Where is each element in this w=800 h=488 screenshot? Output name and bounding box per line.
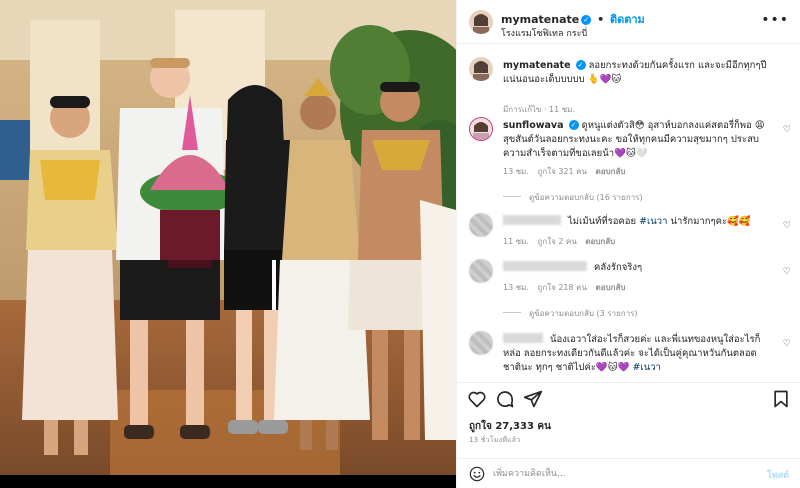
comment-like-heart-icon[interactable]: ♡ [783,125,791,135]
post-location[interactable]: โรงแรมโซฟิเทล กระบี่ [501,26,587,40]
caption-avatar[interactable] [469,57,493,81]
heart-icon[interactable] [467,389,487,409]
caption-text-block: mymatenate ✓ ลอยกระทงด้วยกันครั้งแรก และจ… [503,59,773,87]
follow-button[interactable]: ติดตาม [610,13,645,26]
commenter-username-blurred[interactable] [503,333,543,343]
commenter-avatar-blurred[interactable] [469,259,493,283]
commenter-username-blurred[interactable] [503,261,587,271]
comment-time: 13 ชม. [503,167,529,176]
commenter-username[interactable]: sunflowava [503,120,564,131]
comment-text-block: น้องเอวาใส่อะไรก็สวยค่ะ และพี่เนทของหนูใ… [503,333,773,375]
comment-text-tail: น่ารักมากๆคะ🥰🥰 [670,216,751,227]
comment-likes[interactable]: ถูกใจ 321 คน [538,167,587,176]
commenter-username-blurred[interactable] [503,215,561,225]
add-comment-bar: โพสต์ [457,458,800,488]
comment-likes[interactable]: ถูกใจ 2 คน [538,237,577,246]
comment-text-block: คลังรักจริงๆ [503,261,773,275]
view-replies-button[interactable]: ดูข้อความตอบกลับ (3 รายการ) [503,307,638,320]
post-photo-pane [0,0,456,488]
replies-line [503,312,521,313]
reply-button[interactable]: ตอบกลับ [585,237,615,246]
comment-time: 13 ชม. [503,283,529,292]
share-icon[interactable] [523,389,543,409]
verified-badge-icon: ✓ [568,120,579,130]
post-header: mymatenate ✓ • ติดตาม โรงแรมโซฟิเทล กระบี… [457,0,800,44]
comment-meta: 11 ชม. ถูกใจ 2 คน ตอบกลับ [503,235,621,248]
reply-button[interactable]: ตอบกลับ [596,167,626,176]
comment-text-block: sunflowava ✓ ดูหนูแต่งตัวสิ😳 อุสาห์บอกลงแ… [503,119,773,161]
comment-meta: 13 ชม. ถูกใจ 218 คน ตอบกลับ [503,281,631,294]
post-photo[interactable] [0,0,456,475]
reply-button[interactable]: ตอบกลับ [596,283,626,292]
comment-icon[interactable] [495,389,515,409]
more-options-icon[interactable]: ••• [761,12,789,28]
verified-badge-icon: ✓ [575,60,586,70]
view-replies-label: ดูข้อความตอบกลับ (3 รายการ) [529,309,638,318]
comment-like-heart-icon[interactable]: ♡ [783,339,791,349]
post-actions: ถูกใจ 27,333 คน 13 ชั่วโมงที่แล้ว [457,382,800,452]
view-replies-label: ดูข้อความตอบกลับ (16 รายการ) [529,193,643,202]
verified-badge-icon: ✓ [581,15,592,25]
comment-like-heart-icon[interactable]: ♡ [783,221,791,231]
comment-text: ไม่เม้นท์ที่รอคอย [568,216,637,227]
comment-text-block: ไม่เม้นท์ที่รอคอย #เนวา น่ารักมากๆคะ🥰🥰 [503,215,773,229]
post-side-panel: mymatenate ✓ • ติดตาม โรงแรมโซฟิเทล กระบี… [456,0,800,488]
hashtag-link[interactable]: #เนวา [633,362,661,373]
commenter-avatar-blurred[interactable] [469,331,493,355]
comment-input[interactable] [493,465,743,483]
post-timestamp: 13 ชั่วโมงที่แล้ว [469,436,521,444]
view-replies-button[interactable]: ดูข้อความตอบกลับ (16 รายการ) [503,191,643,204]
hashtag-link[interactable]: #เนวา [639,216,667,227]
comment-meta: 13 ชม. ถูกใจ 321 คน ตอบกลับ [503,165,631,178]
bookmark-icon[interactable] [771,389,791,409]
comments-list[interactable]: mymatenate ✓ ลอยกระทงด้วยกันครั้งแรก และจ… [457,45,800,382]
comment-text: คลังรักจริงๆ [594,262,643,273]
comment-likes[interactable]: ถูกใจ 218 คน [538,283,587,292]
post-comment-button[interactable]: โพสต์ [767,468,789,482]
emoji-icon[interactable] [469,466,485,482]
comment-time: 11 ชม. [503,237,529,246]
author-avatar[interactable] [469,10,493,34]
author-username[interactable]: mymatenate [501,13,579,26]
post-likes-count[interactable]: ถูกใจ 27,333 คน [469,419,551,434]
commenter-avatar[interactable] [469,117,493,141]
replies-line [503,196,521,197]
commenter-avatar-blurred[interactable] [469,213,493,237]
caption-meta: มีการแก้ไข · 11 ชม. [503,105,575,114]
caption-username[interactable]: mymatenate [503,60,571,71]
separator-dot: • [597,13,605,26]
comment-like-heart-icon[interactable]: ♡ [783,267,791,277]
